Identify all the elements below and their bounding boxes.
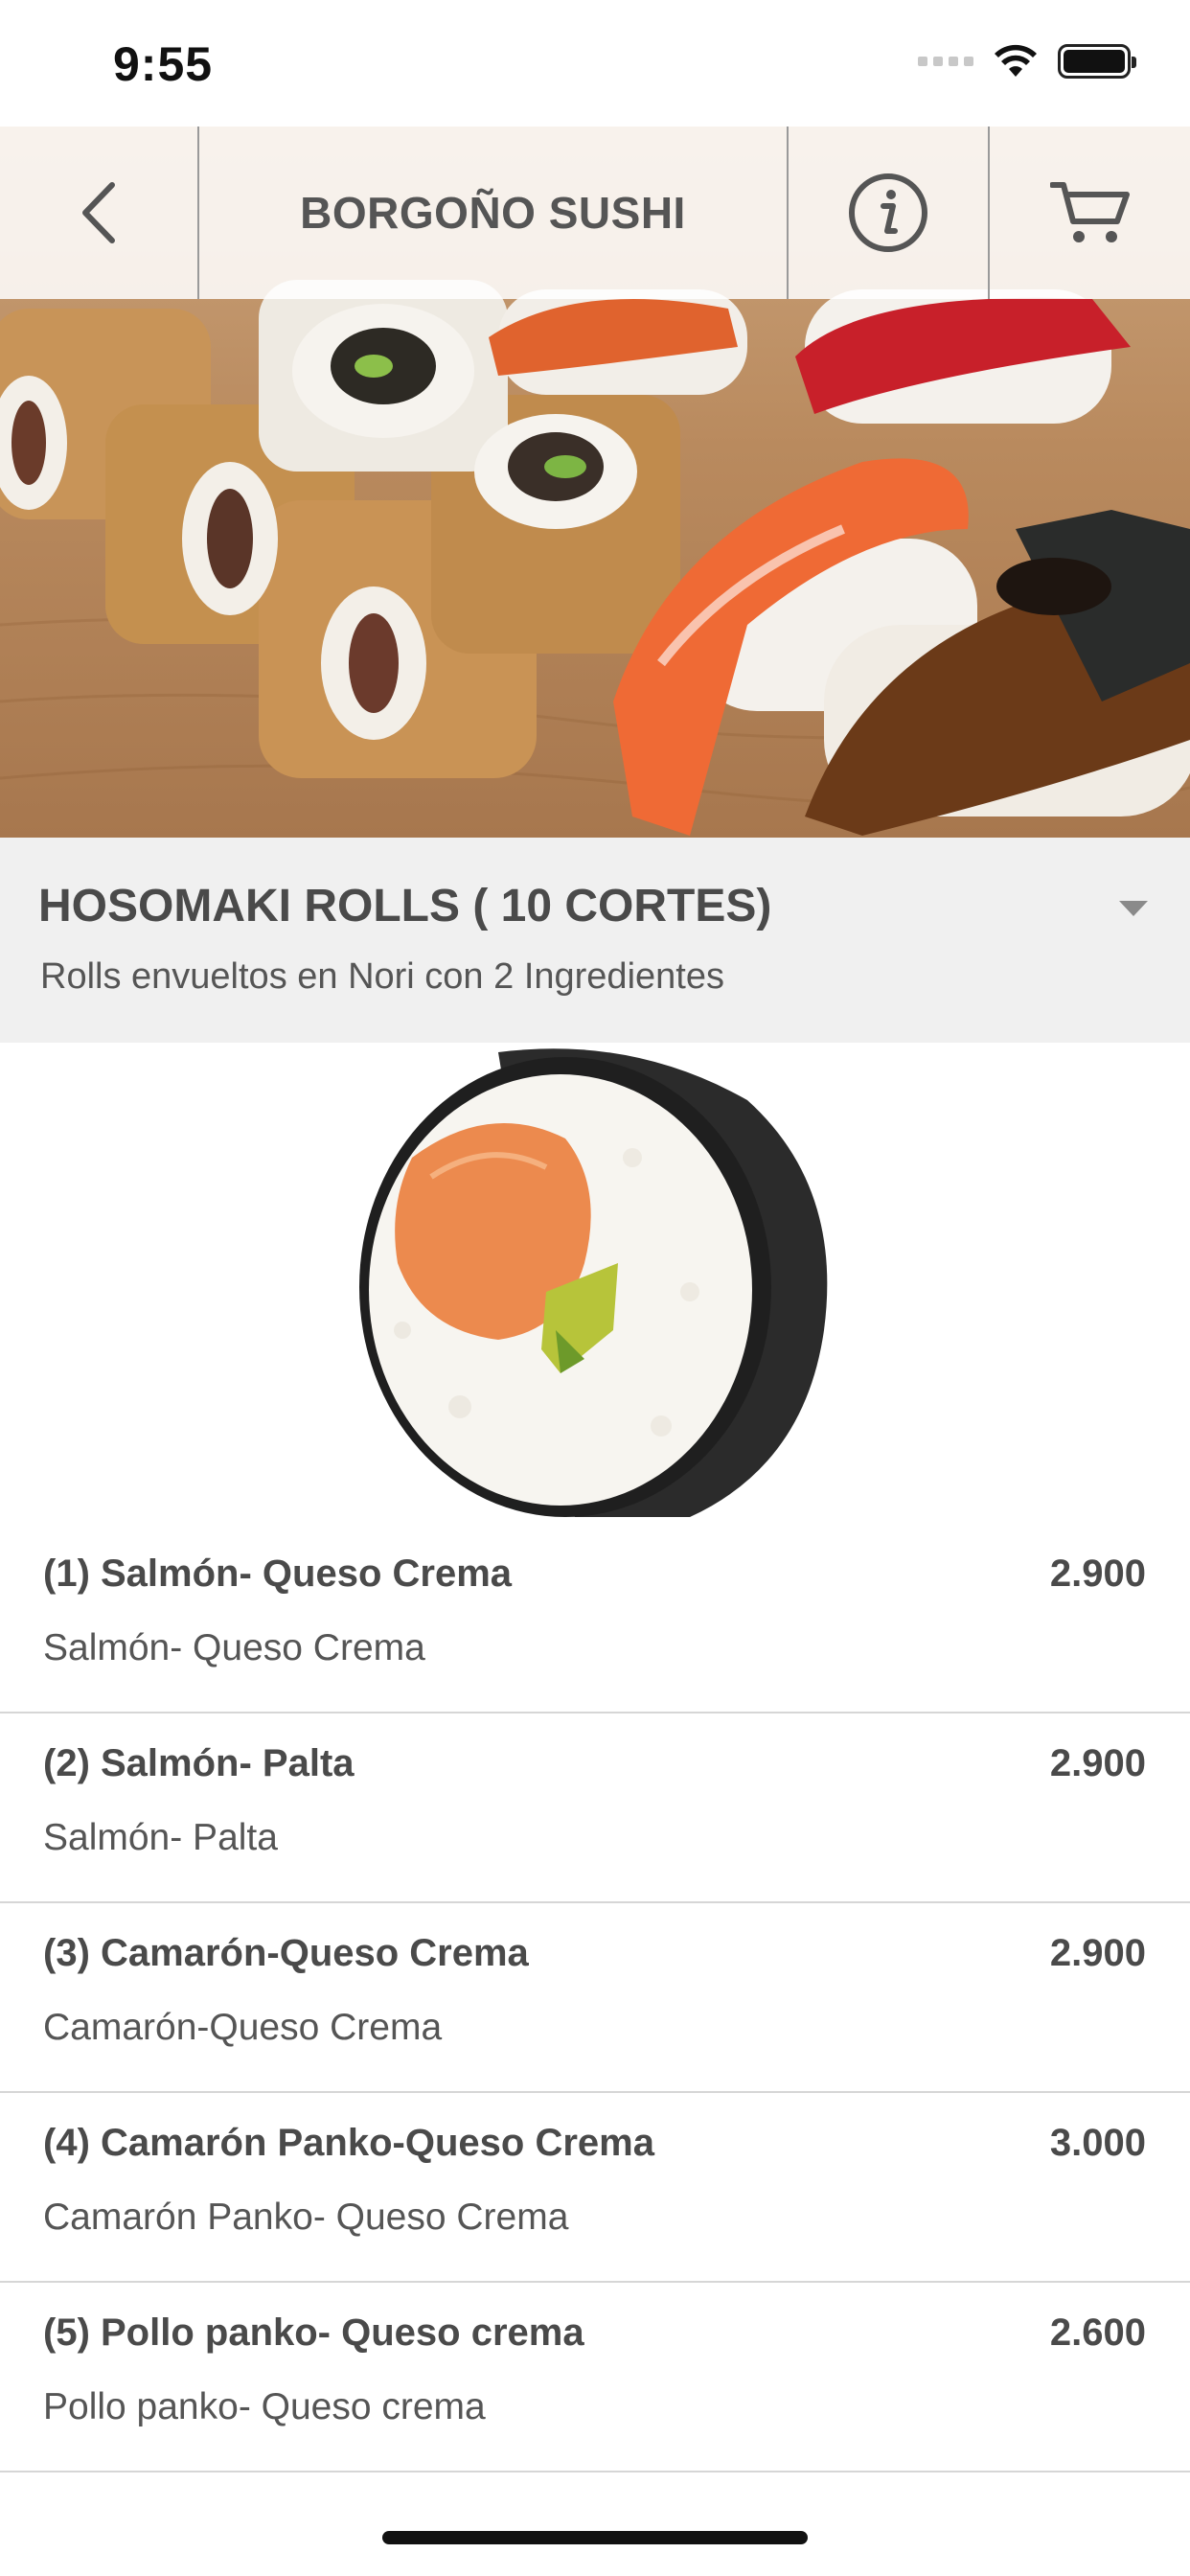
item-price: 2.900 xyxy=(1049,1742,1146,1784)
status-icons xyxy=(918,44,1136,79)
list-item[interactable]: (2) Salmón- Palta 2.900 Salmón- Palta xyxy=(0,1714,1190,1903)
item-price: 2.900 xyxy=(1049,1552,1146,1595)
item-name: (2) Salmón- Palta xyxy=(43,1742,355,1784)
product-image xyxy=(345,1043,843,1524)
list-item[interactable]: (5) Pollo panko- Queso crema 2.600 Pollo… xyxy=(0,2283,1190,2472)
item-description: Salmón- Queso Crema xyxy=(43,1627,425,1668)
chevron-left-icon xyxy=(82,182,115,243)
page-title: BORGOÑO SUSHI xyxy=(300,188,686,238)
item-price: 3.000 xyxy=(1049,2122,1146,2164)
item-description: Salmón- Palta xyxy=(43,1817,278,1858)
category-subtitle: Rolls envueltos en Nori con 2 Ingredient… xyxy=(40,956,724,997)
back-button[interactable] xyxy=(0,126,199,299)
cart-icon xyxy=(1049,182,1130,242)
nav-bar: BORGOÑO SUSHI xyxy=(0,126,1190,299)
status-time: 9:55 xyxy=(113,37,214,91)
cart-button[interactable] xyxy=(990,126,1190,299)
nav-title-cell: BORGOÑO SUSHI xyxy=(199,126,789,299)
item-name: (4) Camarón Panko-Queso Crema xyxy=(43,2122,654,2164)
category-header[interactable]: HOSOMAKI ROLLS ( 10 CORTES) Rolls envuel… xyxy=(0,838,1190,1043)
list-item[interactable]: (1) Salmón- Queso Crema 2.900 Salmón- Qu… xyxy=(0,1524,1190,1714)
battery-icon xyxy=(1058,44,1136,79)
cellular-signal-icon xyxy=(918,57,973,66)
category-title: HOSOMAKI ROLLS ( 10 CORTES) xyxy=(38,881,772,932)
wifi-icon xyxy=(993,44,1039,79)
list-item[interactable]: (3) Camarón-Queso Crema 2.900 Camarón-Qu… xyxy=(0,1903,1190,2093)
item-name: (3) Camarón-Queso Crema xyxy=(43,1932,529,1974)
item-name: (5) Pollo panko- Queso crema xyxy=(43,2312,584,2354)
list-item[interactable]: (4) Camarón Panko-Queso Crema 3.000 Cama… xyxy=(0,2093,1190,2283)
item-name: (1) Salmón- Queso Crema xyxy=(43,1552,513,1595)
items-list: (1) Salmón- Queso Crema 2.900 Salmón- Qu… xyxy=(0,1524,1190,2472)
item-description: Camarón Panko- Queso Crema xyxy=(43,2196,569,2238)
item-price: 2.600 xyxy=(1049,2312,1146,2354)
item-description: Camarón-Queso Crema xyxy=(43,2007,443,2048)
caret-down-icon[interactable] xyxy=(1119,901,1148,916)
info-icon xyxy=(849,173,927,252)
home-indicator[interactable] xyxy=(382,2531,808,2544)
info-button[interactable] xyxy=(789,126,990,299)
item-description: Pollo panko- Queso crema xyxy=(43,2386,486,2427)
status-bar: 9:55 xyxy=(0,0,1190,126)
item-price: 2.900 xyxy=(1049,1932,1146,1974)
